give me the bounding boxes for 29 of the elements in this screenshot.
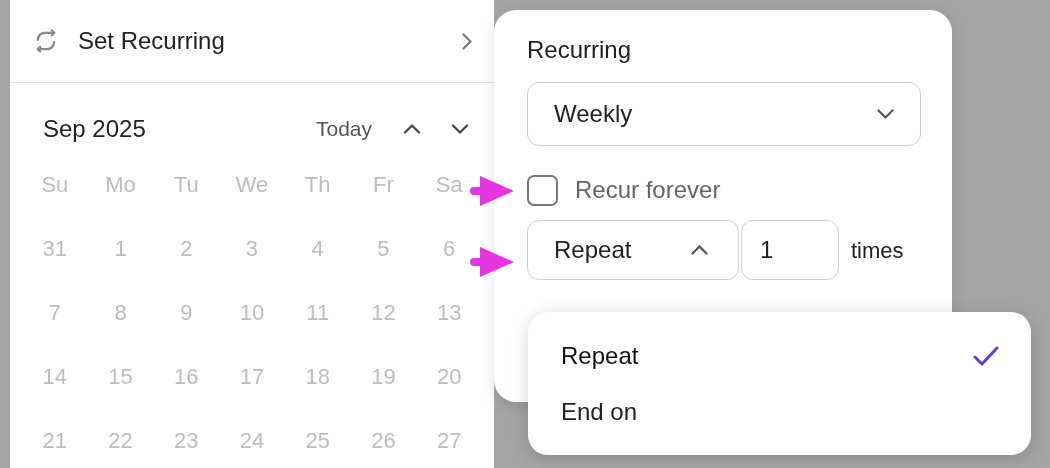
menu-option[interactable]: Repeat xyxy=(528,328,1031,384)
weekday-label: Fr xyxy=(373,171,394,199)
weekday-label: Mo xyxy=(105,171,136,199)
recurring-title: Recurring xyxy=(527,35,633,65)
weekday-label: Th xyxy=(304,171,331,199)
set-recurring-item[interactable]: Set Recurring xyxy=(10,0,494,83)
count-field[interactable]: 1 xyxy=(741,220,839,280)
unit-label: times xyxy=(851,236,904,265)
set-recurring-label: Set Recurring xyxy=(78,26,226,56)
chevron-up-icon xyxy=(403,124,421,134)
month-title: Sep 2025 xyxy=(43,114,147,144)
weekday-label: Su xyxy=(41,171,69,199)
end-mode-select[interactable]: Repeat xyxy=(527,220,739,280)
menu-option[interactable]: End on xyxy=(528,384,1031,440)
chevron-down-icon xyxy=(451,124,469,134)
annotation-arrow xyxy=(470,176,514,206)
weekday-label: Tu xyxy=(173,171,199,199)
recur-forever-checkbox[interactable] xyxy=(527,174,558,206)
end-mode-value: Repeat xyxy=(554,235,633,265)
weekday-label: We xyxy=(235,171,269,199)
chevron-up-icon xyxy=(691,245,708,255)
frequency-select[interactable]: Weekly xyxy=(527,82,921,146)
weekday-label: Sa xyxy=(435,171,463,199)
frequency-value: Weekly xyxy=(554,99,634,129)
recur-forever-label: Recur forever xyxy=(575,175,721,205)
chevron-right-icon xyxy=(462,32,472,50)
check-icon xyxy=(973,345,999,367)
chevron-down-icon xyxy=(877,109,894,119)
annotation-arrow xyxy=(470,247,514,277)
